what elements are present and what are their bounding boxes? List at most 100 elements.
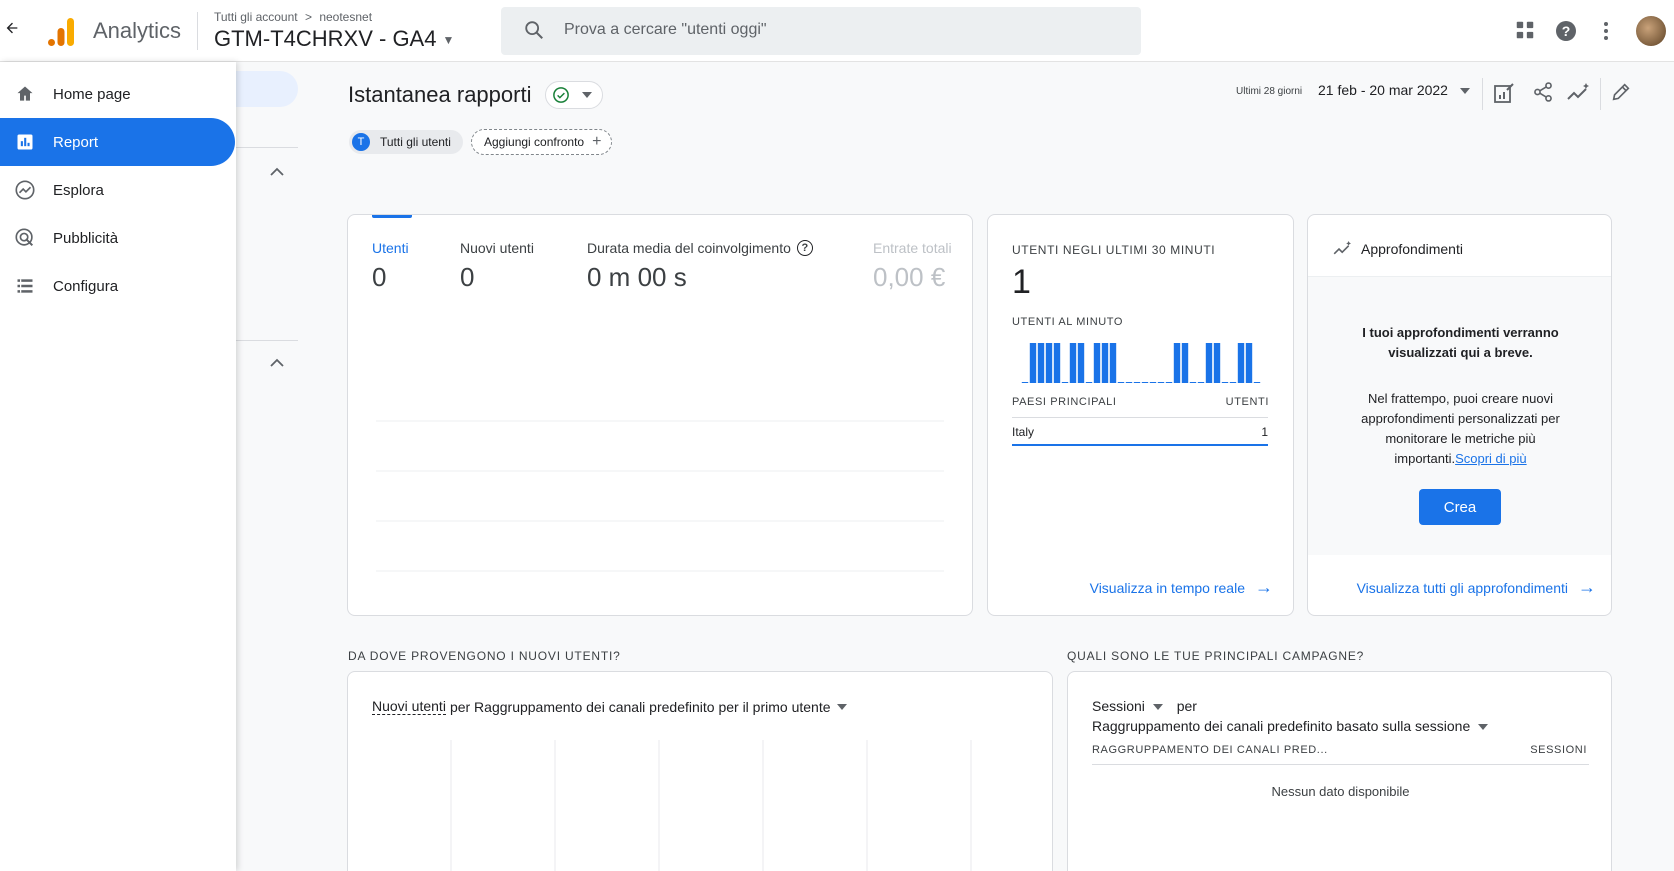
- minute-bar[interactable]: [1053, 343, 1061, 383]
- link-text: Visualizza in tempo reale: [1089, 579, 1245, 596]
- minute-bar-empty: [1229, 382, 1237, 383]
- minute-bar[interactable]: [1109, 343, 1117, 383]
- minute-bar[interactable]: [1093, 343, 1101, 383]
- chevron-up-icon[interactable]: [270, 164, 284, 180]
- table-header-users: UTENTI: [1225, 396, 1269, 408]
- insights-header: Approfondimenti: [1308, 215, 1611, 277]
- apps-grid-icon[interactable]: [1514, 19, 1538, 43]
- campaigns-card-title[interactable]: Sessioni per: [1092, 698, 1197, 714]
- sidebar-item-report[interactable]: Report: [0, 118, 235, 166]
- minute-bar[interactable]: [1245, 343, 1253, 383]
- view-realtime-link[interactable]: Visualizza in tempo reale →: [1090, 577, 1273, 598]
- comparison-chip-all-users[interactable]: T Tutti gli utenti: [349, 130, 463, 154]
- sidebar-item-label: Configura: [53, 277, 119, 295]
- chip-label: Tutti gli utenti: [380, 135, 451, 149]
- learn-more-link[interactable]: Scopri di più: [1455, 451, 1527, 466]
- back-arrow-icon[interactable]: [4, 20, 24, 42]
- new-users-card-title[interactable]: Nuovi utenti per Raggruppamento dei cana…: [372, 698, 847, 715]
- per-minute-label: UTENTI AL MINUTO: [1012, 316, 1124, 328]
- minute-bar[interactable]: [1077, 343, 1085, 383]
- chip-label: Aggiungi confronto: [484, 135, 585, 149]
- minute-bar[interactable]: [1237, 343, 1245, 383]
- metric-value: 0,00 €: [873, 262, 946, 292]
- help-icon[interactable]: ?: [1554, 19, 1578, 43]
- divider: [236, 340, 298, 341]
- minute-bar-empty: [1149, 382, 1157, 383]
- metric-tab-durata[interactable]: Durata media del coinvolgimento? 0 m 00 …: [587, 240, 813, 293]
- help-icon[interactable]: ?: [796, 240, 813, 256]
- minute-bar[interactable]: [1037, 343, 1045, 383]
- minute-bar-empty: [1133, 382, 1141, 383]
- analytics-logo-icon[interactable]: [46, 16, 76, 48]
- minute-bar[interactable]: [1205, 343, 1213, 383]
- insights-icon[interactable]: [1566, 81, 1590, 105]
- edit-pencil-icon[interactable]: [1610, 81, 1634, 105]
- minute-bar-empty: [1189, 382, 1197, 383]
- minute-bar[interactable]: [1181, 343, 1189, 383]
- chip-avatar: T: [352, 133, 370, 151]
- metric-tab-entrate[interactable]: Entrate totali 0,00 €: [873, 240, 952, 293]
- sidebar-item-esplora[interactable]: Esplora: [0, 166, 236, 214]
- svg-text:?: ?: [1562, 23, 1571, 39]
- country-name: Italy: [1012, 425, 1035, 439]
- new-users-card: Nuovi utenti per Raggruppamento dei cana…: [347, 671, 1053, 871]
- date-range-selector[interactable]: 21 feb - 20 mar 2022: [1318, 82, 1470, 98]
- dimension-selector[interactable]: per Raggruppamento dei canali predefinit…: [450, 699, 831, 715]
- search-input[interactable]: Prova a cercare "utenti oggi": [564, 21, 767, 39]
- minute-bar[interactable]: [1213, 343, 1221, 383]
- metric-value: 0 m 00 s: [587, 262, 687, 292]
- share-icon[interactable]: [1532, 81, 1556, 105]
- table-header-sessions[interactable]: SESSIONI: [1530, 744, 1587, 756]
- metric-selector[interactable]: Nuovi utenti: [372, 698, 446, 715]
- search-bar[interactable]: Prova a cercare "utenti oggi": [501, 7, 1141, 55]
- minute-bar[interactable]: [1045, 343, 1053, 383]
- chevron-up-icon[interactable]: [270, 355, 284, 371]
- property-selector[interactable]: GTM-T4CHRXV - GA4 ▼: [214, 26, 454, 52]
- breadcrumb-property[interactable]: neotesnet: [319, 10, 372, 24]
- metric-label: Entrate totali: [873, 240, 952, 256]
- divider: [1482, 78, 1483, 110]
- metric-selector[interactable]: Sessioni: [1092, 698, 1145, 714]
- sidebar-item-configura[interactable]: Configura: [0, 262, 236, 310]
- dimension-selector[interactable]: Raggruppamento dei canali predefinito ba…: [1092, 718, 1489, 734]
- minute-bar[interactable]: [1029, 343, 1037, 383]
- breadcrumb-account[interactable]: Tutti gli account: [214, 10, 298, 24]
- users-line-chart: 27feb06mar13 20: [376, 420, 944, 572]
- insights-title: Approfondimenti: [1361, 241, 1463, 257]
- table-row[interactable]: Italy 1: [1012, 425, 1268, 445]
- explore-icon: [13, 178, 37, 202]
- sidebar-item-home[interactable]: Home page: [0, 70, 236, 118]
- minute-bar[interactable]: [1101, 343, 1109, 383]
- status-chip[interactable]: [545, 81, 603, 109]
- overview-card: Utenti 0 Nuovi utenti 0 Durata media del…: [347, 214, 973, 616]
- metric-tab-nuovi-utenti[interactable]: Nuovi utenti 0: [460, 240, 534, 293]
- campaigns-card: Sessioni per Raggruppamento dei canali p…: [1067, 671, 1612, 871]
- secondary-nav-selected: [230, 71, 298, 107]
- metric-tab-utenti[interactable]: Utenti 0: [372, 240, 409, 293]
- minute-bar-empty: [1021, 382, 1029, 383]
- country-users: 1: [1261, 425, 1268, 439]
- row-progress-bar: [1012, 444, 1268, 446]
- page-title: Istantanea rapporti: [348, 82, 532, 107]
- link-text: Visualizza tutti gli approfondimenti: [1356, 579, 1568, 596]
- more-vert-icon[interactable]: [1594, 19, 1618, 43]
- table-header-channel[interactable]: RAGGRUPPAMENTO DEI CANALI PRED...: [1092, 744, 1328, 756]
- create-insight-button[interactable]: Crea: [1419, 489, 1501, 525]
- insights-message-body: Nel frattempo, puoi creare nuovi approfo…: [1338, 389, 1583, 469]
- divider: [197, 12, 198, 50]
- customize-report-icon[interactable]: [1492, 81, 1516, 105]
- divider: [1012, 417, 1268, 418]
- minute-bar[interactable]: [1069, 343, 1077, 383]
- minute-bar[interactable]: [1173, 343, 1181, 383]
- date-preset-label: Ultimi 28 giorni: [1236, 86, 1303, 97]
- minute-bar-empty: [1117, 382, 1125, 383]
- bar-chart-icon: [13, 130, 37, 154]
- breadcrumb[interactable]: Tutti gli account > neotesnet: [214, 10, 372, 24]
- add-comparison-button[interactable]: Aggiungi confronto +: [471, 129, 613, 155]
- sidebar: Home page Report Esplora Pubblicità Conf…: [0, 62, 236, 871]
- realtime-card: UTENTI NEGLI ULTIMI 30 MINUTI 1 UTENTI A…: [987, 214, 1294, 616]
- view-all-insights-link[interactable]: Visualizza tutti gli approfondimenti →: [1357, 577, 1596, 598]
- avatar[interactable]: [1636, 16, 1666, 46]
- sidebar-item-pubblicita[interactable]: Pubblicità: [0, 214, 236, 262]
- realtime-value: 1: [1012, 263, 1031, 301]
